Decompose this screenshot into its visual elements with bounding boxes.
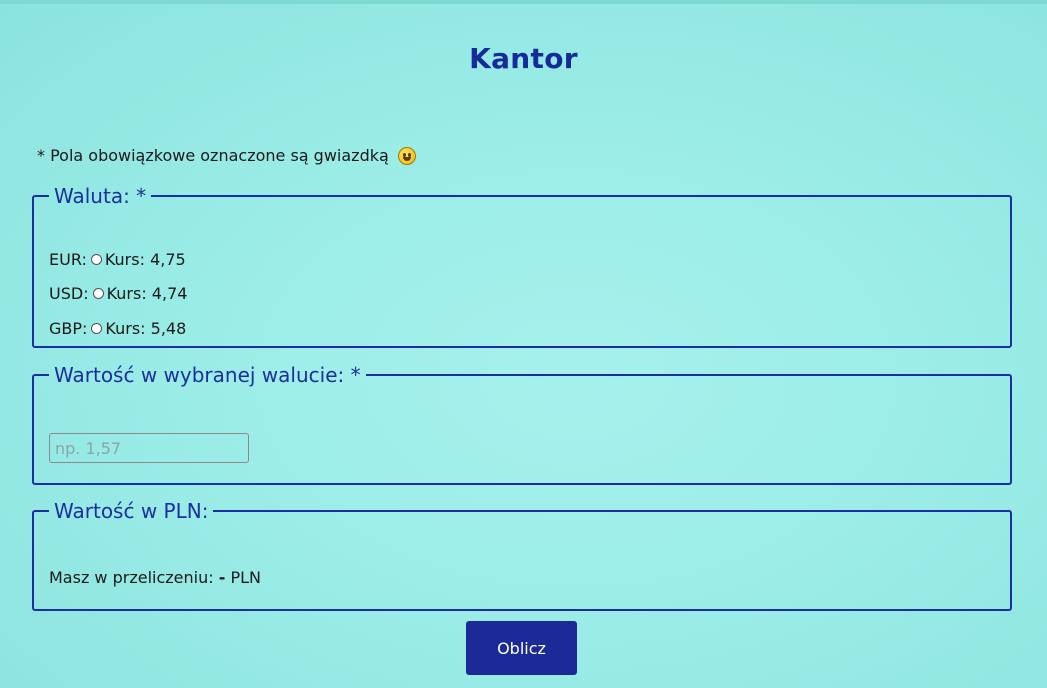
pln-fieldset: Wartość w PLN: Masz w przeliczeniu: - PL… [32,499,1012,611]
smiley-icon [397,147,416,165]
currency-radio-usd[interactable] [92,288,104,299]
currency-code-label: EUR: [49,250,87,269]
required-fields-note-text: * Pola obowiązkowe oznaczone są gwiazdką [37,146,389,165]
amount-fieldset: Wartość w wybranej walucie: * [32,363,1012,485]
result-prefix: Masz w przeliczeniu: [49,568,214,587]
pln-legend: Wartość w PLN: [54,499,209,523]
currency-legend: Waluta: * [54,184,147,208]
currency-option-gbp: GBP: Kurs: 5,48 [49,319,186,338]
currency-option-eur: EUR: Kurs: 4,75 [49,250,186,269]
amount-legend: Wartość w wybranej walucie: * [54,363,361,387]
currency-fieldset: Waluta: * EUR: Kurs: 4,75 USD: Kurs: 4,7… [32,184,1012,348]
currency-radio-gbp[interactable] [91,323,103,334]
currency-rate-label: Kurs: 4,75 [104,250,186,269]
amount-input[interactable] [49,433,249,463]
calculate-button[interactable]: Oblicz [466,621,577,675]
conversion-result: Masz w przeliczeniu: - PLN [49,568,261,587]
currency-option-usd: USD: Kurs: 4,74 [49,284,187,303]
result-unit: PLN [230,568,261,587]
required-fields-note: * Pola obowiązkowe oznaczone są gwiazdką [37,146,416,165]
currency-rate-label: Kurs: 4,74 [106,284,188,303]
page-title: Kantor [469,42,578,75]
currency-code-label: USD: [49,284,89,303]
currency-radio-eur[interactable] [90,254,102,265]
result-value: - [218,568,226,587]
currency-rate-label: Kurs: 5,48 [105,319,187,338]
top-border [0,0,1047,4]
currency-code-label: GBP: [49,319,88,338]
